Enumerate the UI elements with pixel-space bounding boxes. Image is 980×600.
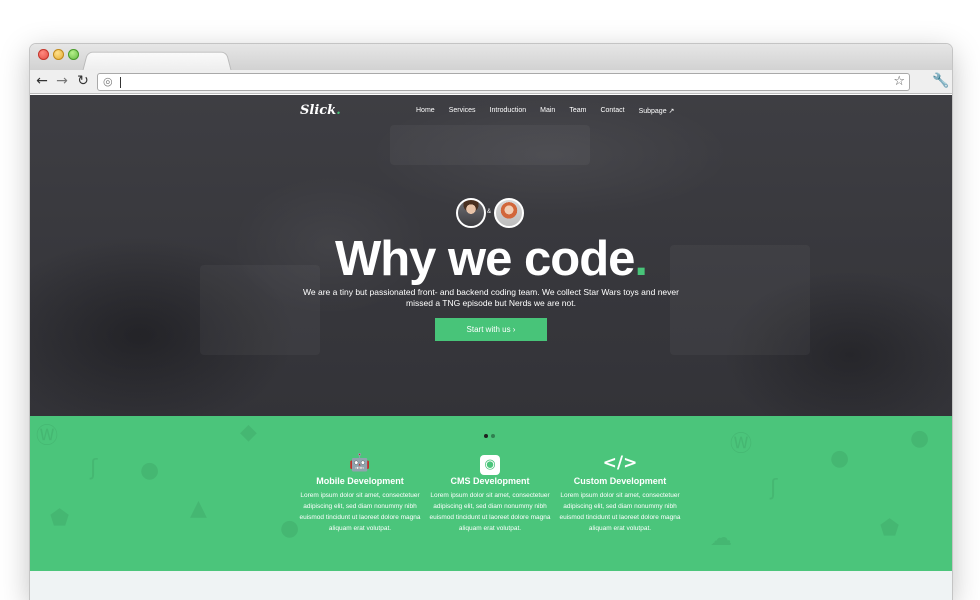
text-caret	[120, 77, 121, 88]
hero-text-line: missed a TNG episode but Nerds we are no…	[406, 298, 576, 308]
github-icon: ●	[830, 446, 850, 471]
carousel-indicators	[484, 425, 498, 443]
wordpress-icon: Ⓦ	[36, 424, 59, 449]
code-icon: </>	[602, 453, 638, 473]
css3-icon: ◆	[240, 420, 257, 445]
browser-toolbar: ← → ↻ ◎ ☆ 🔧	[30, 70, 952, 94]
hero-title-dot: .	[634, 232, 648, 286]
main-nav: Home Services Introduction Main Team Con…	[416, 107, 688, 115]
html5-icon: ⬟	[50, 506, 70, 531]
nav-main[interactable]: Main	[540, 107, 555, 115]
title-bar	[30, 44, 952, 72]
features-section: Ⓦ ʃ ● ▲ ⬟ ◆ ● Ⓦ ʃ ● ⬟ ☁ ● 🤖 Mobile Devel…	[30, 416, 952, 571]
nav-introduction[interactable]: Introduction	[490, 107, 527, 115]
apple-icon: ●	[280, 516, 300, 541]
arrow-left-icon: ←	[36, 73, 48, 89]
star-icon[interactable]: ☆	[893, 74, 905, 90]
start-with-us-button[interactable]: Start with us ›	[435, 318, 547, 341]
nav-services[interactable]: Services	[449, 107, 476, 115]
hero-text-line: We are a tiny but passionated front- and…	[303, 287, 679, 297]
feature-cms: ◉ CMS Development Lorem ipsum dolor sit …	[428, 452, 552, 534]
url-input[interactable]	[122, 75, 882, 89]
cloud-icon: ☁	[710, 526, 732, 551]
reload-button[interactable]: ↻	[75, 73, 91, 89]
maximize-window-button[interactable]	[68, 49, 79, 60]
ampersand: &	[487, 209, 492, 215]
site-logo[interactable]: Slick.	[300, 103, 341, 118]
hero-title: Why we code.	[30, 231, 952, 287]
hero-section: Slick. Home Services Introduction Main T…	[30, 95, 952, 416]
html5-icon: ⬟	[880, 516, 900, 541]
feature-title: Mobile Development	[316, 476, 404, 486]
feature-custom: </> Custom Development Lorem ipsum dolor…	[558, 452, 682, 534]
nav-subpage[interactable]: Subpage ↗	[639, 107, 675, 115]
wordpress-icon: Ⓦ	[730, 432, 753, 457]
minimize-window-button[interactable]	[53, 49, 64, 60]
globe-icon: ◎	[103, 75, 113, 88]
android-icon: ▲	[190, 496, 207, 521]
nav-subpage-label: Subpage	[638, 108, 667, 115]
hero-title-text: Why we code	[334, 232, 635, 286]
avatar	[456, 198, 486, 228]
nav-team[interactable]: Team	[569, 107, 586, 115]
nav-home[interactable]: Home	[416, 107, 435, 115]
logo-text: Slick	[300, 103, 337, 118]
hero-description: We are a tiny but passionated front- and…	[301, 287, 681, 309]
feature-title: CMS Development	[450, 476, 530, 486]
apple-icon: ●	[910, 426, 930, 451]
next-section	[30, 571, 952, 600]
browser-tab[interactable]	[82, 51, 232, 72]
page-viewport: Slick. Home Services Introduction Main T…	[30, 95, 952, 600]
reload-icon: ↻	[77, 73, 89, 89]
back-button[interactable]: ←	[34, 73, 50, 89]
carousel-dot-active[interactable]	[484, 434, 488, 438]
wrench-icon[interactable]: 🔧	[932, 73, 949, 89]
feature-text: Lorem ipsum dolor sit amet, consectetuer…	[299, 492, 421, 532]
github-icon: ◉	[428, 452, 552, 475]
arrow-right-icon: →	[56, 73, 68, 89]
external-link-icon: ↗	[668, 107, 675, 115]
feature-text: Lorem ipsum dolor sit amet, consectetuer…	[429, 492, 551, 532]
feature-text: Lorem ipsum dolor sit amet, consectetuer…	[559, 492, 681, 532]
jquery-icon: ʃ	[90, 456, 98, 481]
address-bar[interactable]: ◎ ☆	[97, 73, 910, 91]
browser-window: ← → ↻ ◎ ☆ 🔧 Slick. Home Services Introdu…	[30, 44, 952, 600]
feature-mobile: 🤖 Mobile Development Lorem ipsum dolor s…	[298, 452, 422, 534]
android-icon: 🤖	[349, 453, 371, 473]
feature-title: Custom Development	[573, 476, 667, 486]
avatar	[494, 198, 524, 228]
team-avatars: &	[456, 198, 526, 228]
nav-contact[interactable]: Contact	[600, 107, 624, 115]
carousel-dot[interactable]	[491, 434, 495, 438]
close-window-button[interactable]	[38, 49, 49, 60]
logo-dot: .	[336, 103, 341, 118]
github-icon: ●	[140, 458, 160, 483]
background-shape	[390, 125, 590, 165]
jquery-icon: ʃ	[770, 476, 778, 501]
forward-button[interactable]: →	[54, 73, 70, 89]
